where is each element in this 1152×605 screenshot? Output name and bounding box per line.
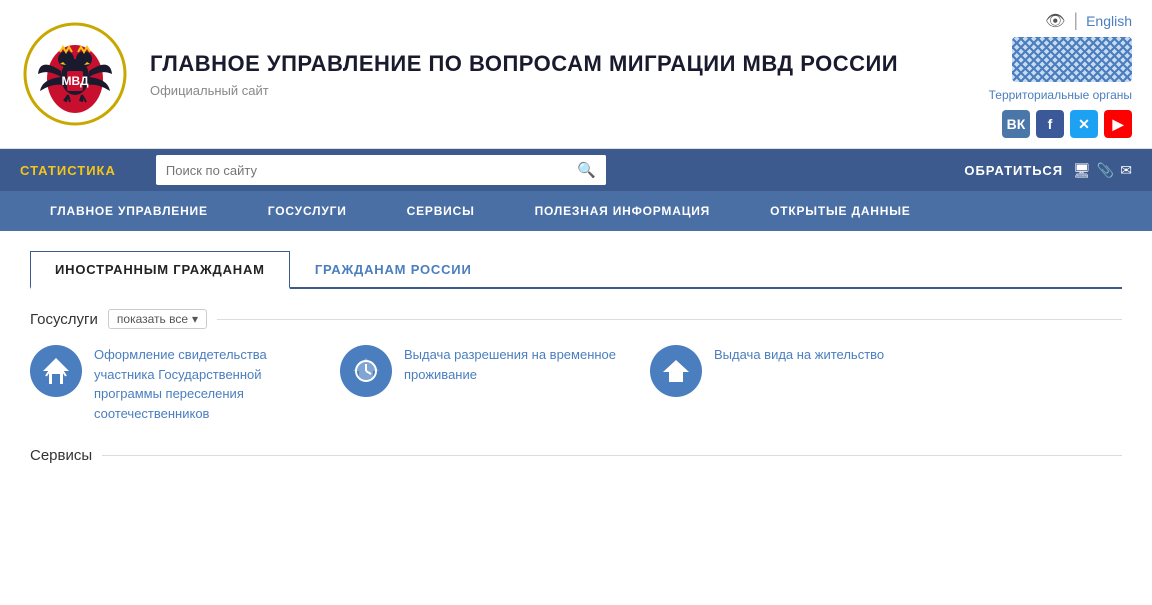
nav-top-right: ОБРАТИТЬСЯ 🖥 📎 ✉ — [964, 162, 1132, 179]
service-card-2: Выдача разрешения на временное проживани… — [340, 345, 620, 423]
section-divider — [217, 319, 1122, 320]
service-text-3[interactable]: Выдача вида на жительство — [714, 345, 884, 365]
main-content: ИНОСТРАННЫМ ГРАЖДАНАМ ГРАЖДАНАМ РОССИИ Г… — [0, 231, 1152, 484]
servisy-heading-row: Сервисы — [30, 447, 1122, 464]
gosuslugi-heading-label: Госуслуги — [30, 311, 98, 328]
vk-button[interactable]: ВК — [1002, 110, 1030, 138]
servisy-divider — [102, 455, 1122, 456]
region-pattern — [1012, 37, 1132, 82]
header-title-block: ГЛАВНОЕ УПРАВЛЕНИЕ ПО ВОПРОСАМ МИГРАЦИИ … — [150, 50, 972, 98]
svg-text:МВД: МВД — [61, 74, 89, 88]
lang-divider: | — [1073, 10, 1078, 31]
header-right: 👁 | English Территориальные органы ВК f … — [972, 10, 1132, 138]
service-card-3: Выдача вида на жительство — [650, 345, 884, 423]
servisy-heading-label: Сервисы — [30, 447, 92, 464]
statistics-link[interactable]: СТАТИСТИКА — [20, 163, 116, 178]
search-wrapper: 🔍 — [156, 155, 606, 185]
eye-icon: 👁 — [1045, 11, 1065, 31]
header-title: ГЛАВНОЕ УПРАВЛЕНИЕ ПО ВОПРОСАМ МИГРАЦИИ … — [150, 50, 972, 79]
contact-icons: 🖥 📎 ✉ — [1073, 162, 1132, 179]
english-link[interactable]: English — [1086, 13, 1132, 29]
services-row: Оформление свидетельства участника Госуд… — [30, 345, 1122, 423]
service-text-2[interactable]: Выдача разрешения на временное проживани… — [404, 345, 620, 384]
contact-label[interactable]: ОБРАТИТЬСЯ — [964, 163, 1063, 178]
show-all-button[interactable]: показать все ▾ — [108, 309, 207, 329]
social-row: ВК f ✕ ▶ — [1002, 110, 1132, 138]
service-text-1[interactable]: Оформление свидетельства участника Госуд… — [94, 345, 310, 423]
youtube-button[interactable]: ▶ — [1104, 110, 1132, 138]
header: МВД ГЛАВНОЕ УПРАВЛЕНИЕ ПО ВОПРОСАМ МИГРА… — [0, 0, 1152, 149]
nav-services-item[interactable]: СЕРВИСЫ — [377, 191, 505, 231]
mail-icon: ✉ — [1120, 162, 1132, 179]
facebook-button[interactable]: f — [1036, 110, 1064, 138]
nav-main-item[interactable]: ГЛАВНОЕ УПРАВЛЕНИЕ — [20, 191, 238, 231]
monitor-icon: 🖥 — [1073, 162, 1091, 179]
nav-gosuslugi-item[interactable]: ГОСУСЛУГИ — [238, 191, 377, 231]
region-link[interactable]: Территориальные органы — [989, 88, 1132, 102]
nav-top-bar: СТАТИСТИКА 🔍 ОБРАТИТЬСЯ 🖥 📎 ✉ — [0, 149, 1152, 191]
nav-main-bar: ГЛАВНОЕ УПРАВЛЕНИЕ ГОСУСЛУГИ СЕРВИСЫ ПОЛ… — [0, 191, 1152, 231]
nav-opendata-item[interactable]: ОТКРЫТЫЕ ДАННЫЕ — [740, 191, 940, 231]
tabs-row: ИНОСТРАННЫМ ГРАЖДАНАМ ГРАЖДАНАМ РОССИИ — [30, 251, 1122, 289]
search-input[interactable] — [156, 157, 567, 184]
nav-useful-item[interactable]: ПОЛЕЗНАЯ ИНФОРМАЦИЯ — [505, 191, 740, 231]
twitter-button[interactable]: ✕ — [1070, 110, 1098, 138]
tab-russian[interactable]: ГРАЖДАНАМ РОССИИ — [290, 251, 497, 289]
service-icon-1 — [30, 345, 82, 397]
service-icon-2 — [340, 345, 392, 397]
service-icon-3 — [650, 345, 702, 397]
gosuslugi-heading-row: Госуслуги показать все ▾ — [30, 309, 1122, 329]
search-button[interactable]: 🔍 — [567, 155, 606, 185]
tab-foreign[interactable]: ИНОСТРАННЫМ ГРАЖДАНАМ — [30, 251, 290, 289]
phone-icon: 📎 — [1097, 162, 1114, 179]
header-subtitle: Официальный сайт — [150, 83, 972, 98]
lang-row: 👁 | English — [1045, 10, 1132, 31]
chevron-down-icon: ▾ — [192, 312, 198, 326]
service-card-1: Оформление свидетельства участника Госуд… — [30, 345, 310, 423]
logo: МВД — [20, 19, 130, 129]
